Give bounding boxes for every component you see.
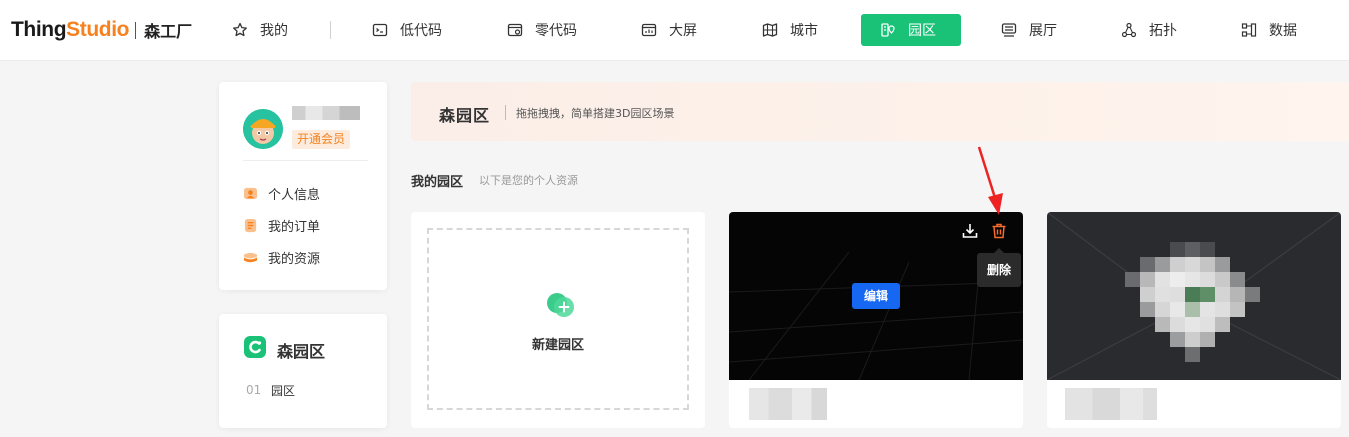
park-side-panel: 森园区 01 园区 — [219, 314, 387, 428]
profile-divider — [243, 160, 368, 161]
dashboard-screen-icon — [641, 23, 657, 37]
brand-cn-name: 森工厂 — [144, 22, 193, 41]
page-banner: 森园区 拖拖拽拽，简单搭建3D园区场景 — [411, 82, 1349, 141]
banner-divider — [505, 105, 506, 120]
avatar-character-icon — [243, 109, 283, 149]
section-subtitle: 以下是您的个人资源 — [479, 174, 578, 187]
download-button[interactable] — [961, 222, 979, 240]
new-park-button[interactable]: 新建园区 — [427, 228, 689, 410]
nav-label: 拓扑 — [1149, 23, 1177, 39]
edit-button[interactable]: 编辑 — [852, 283, 900, 309]
code-window-icon — [372, 23, 388, 37]
trash-icon — [992, 223, 1006, 239]
nav-item-lowcode[interactable]: 低代码 — [364, 14, 450, 46]
section-title: 我的园区 — [411, 175, 464, 190]
nav-label: 我的 — [260, 23, 288, 39]
park-panel-title: 森园区 — [277, 342, 326, 361]
pixelated-scene-image — [1047, 212, 1341, 380]
project-thumbnail[interactable]: 删除 编辑 — [729, 212, 1023, 380]
nav-item-bigscreen[interactable]: 大屏 — [633, 14, 705, 46]
menu-item-my-resources[interactable]: 我的资源 — [243, 247, 320, 267]
nav-label: 低代码 — [400, 23, 442, 39]
nav-label: 展厅 — [1029, 23, 1057, 39]
window-gear-icon — [507, 23, 523, 37]
project-name-redacted — [1065, 388, 1157, 420]
banner-title: 森园区 — [439, 106, 491, 125]
add-circle-icon — [547, 293, 574, 317]
new-park-label: 新建园区 — [531, 338, 584, 353]
menu-item-personal-info[interactable]: 个人信息 — [243, 183, 320, 203]
park-location-icon — [881, 23, 895, 37]
menu-label: 我的资源 — [268, 251, 321, 267]
park-item-label[interactable]: 园区 — [271, 382, 295, 399]
exhibition-hall-icon — [1001, 23, 1017, 37]
username-redacted — [292, 106, 360, 120]
menu-label: 个人信息 — [268, 187, 321, 203]
park-item-number: 01 — [246, 383, 262, 397]
project-thumbnail[interactable] — [1047, 212, 1341, 380]
nav-label: 大屏 — [669, 23, 697, 39]
nav-item-mine[interactable]: 我的 — [224, 14, 296, 46]
download-icon — [962, 224, 978, 238]
brand-logo[interactable]: ThingStudio 森工厂 — [11, 17, 192, 43]
profile-card: 开通会员 个人信息 我的订单 我的资源 — [219, 82, 387, 290]
brand-divider — [135, 21, 137, 39]
new-park-card: 新建园区 — [411, 212, 705, 428]
project-card[interactable] — [1047, 212, 1341, 428]
orders-icon — [244, 218, 257, 232]
brand-name: ThingStudio — [11, 18, 130, 41]
star-icon — [233, 22, 247, 37]
nav-label: 园区 — [908, 23, 936, 39]
topology-icon — [1121, 22, 1137, 38]
nav-item-hall[interactable]: 展厅 — [993, 14, 1065, 46]
nav-item-city[interactable]: 城市 — [754, 14, 826, 46]
menu-label: 我的订单 — [268, 219, 321, 235]
nav-item-data[interactable]: 数据 — [1233, 14, 1305, 46]
nav-label: 城市 — [790, 23, 818, 39]
project-name-redacted — [749, 388, 827, 420]
project-card[interactable]: 删除 编辑 — [729, 212, 1023, 428]
annotation-arrow-icon — [977, 146, 1003, 215]
nav-label: 数据 — [1269, 23, 1297, 39]
top-navigation-bar: ThingStudio 森工厂 我的 低代码 零代码 大屏 城市 园区 展厅 拓… — [0, 0, 1349, 61]
nav-item-park[interactable]: 园区 — [861, 14, 961, 46]
delete-button[interactable] — [990, 222, 1008, 240]
menu-item-my-orders[interactable]: 我的订单 — [243, 215, 320, 235]
banner-subtitle: 拖拖拽拽，简单搭建3D园区场景 — [516, 107, 675, 120]
delete-tooltip: 删除 — [977, 248, 1021, 287]
vip-button[interactable]: 开通会员 — [292, 130, 351, 149]
nav-label: 零代码 — [535, 23, 577, 39]
nav-divider — [330, 21, 331, 39]
nav-item-topology[interactable]: 拓扑 — [1113, 14, 1185, 46]
resources-icon — [243, 252, 258, 262]
city-map-icon — [762, 23, 778, 37]
park-logo-icon — [244, 336, 266, 358]
avatar[interactable] — [243, 109, 283, 149]
data-flow-icon — [1241, 23, 1257, 37]
nav-item-nocode[interactable]: 零代码 — [499, 14, 585, 46]
personal-info-icon — [243, 187, 258, 199]
